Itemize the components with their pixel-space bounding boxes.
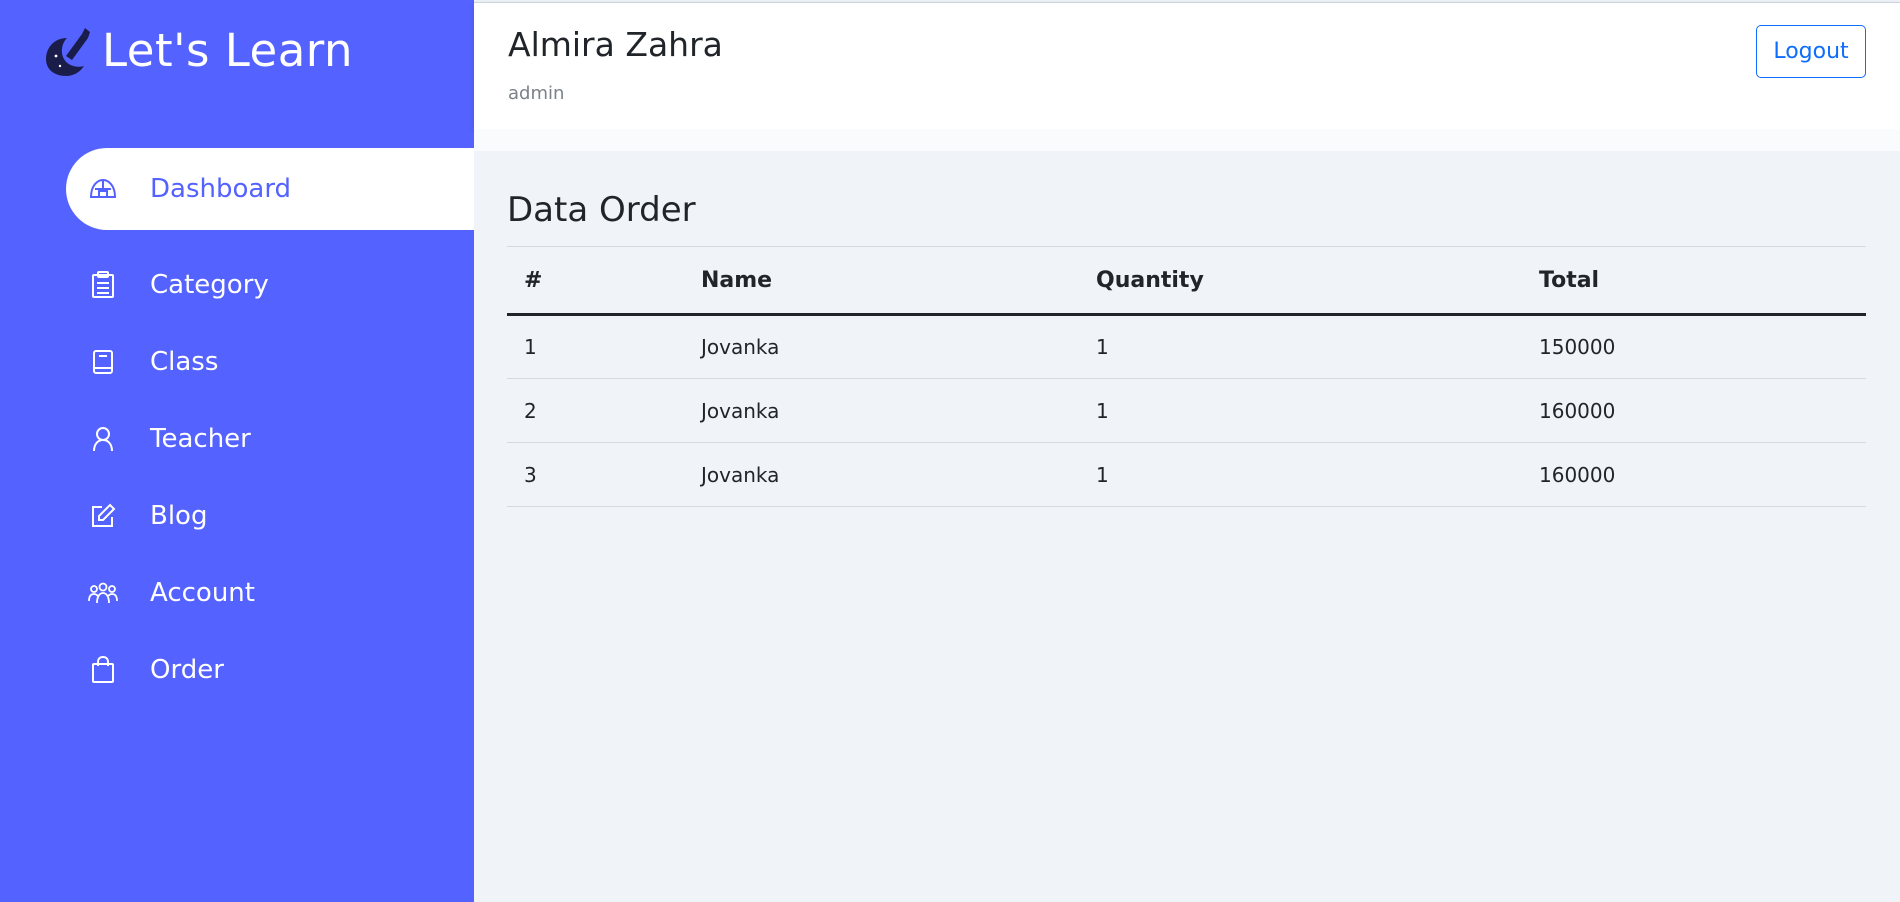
igloo-icon xyxy=(88,174,118,204)
sidebar-item-order[interactable]: Order xyxy=(66,631,474,708)
sidebar-item-label: Category xyxy=(150,269,269,300)
cell-quantity: 1 xyxy=(1079,314,1522,379)
sidebar-item-class[interactable]: Class xyxy=(66,323,474,400)
sidebar-item-label: Class xyxy=(150,346,219,377)
cell-name: Jovanka xyxy=(684,378,1079,443)
column-header-total: Total xyxy=(1522,246,1866,316)
column-header-name: Name xyxy=(684,246,1079,316)
table-row: 1 Jovanka 1 150000 xyxy=(507,314,1866,379)
brand-title: Let's Learn xyxy=(102,24,354,77)
people-group-icon xyxy=(88,578,118,608)
sidebar-item-teacher[interactable]: Teacher xyxy=(66,400,474,477)
order-table: # Name Quantity Total 1 Jovanka 1 150000… xyxy=(507,246,1866,507)
sidebar-item-account[interactable]: Account xyxy=(66,554,474,631)
table-row: 3 Jovanka 1 160000 xyxy=(507,442,1866,507)
user-name: Almira Zahra xyxy=(508,25,723,64)
book-icon xyxy=(88,347,118,377)
topbar: Almira Zahra admin Logout xyxy=(474,2,1900,129)
sidebar-item-blog[interactable]: Blog xyxy=(66,477,474,554)
sidebar-item-label: Account xyxy=(150,577,255,608)
sidebar-item-dashboard[interactable]: Dashboard xyxy=(66,148,474,230)
cell-number: 1 xyxy=(507,314,684,379)
table-row: 2 Jovanka 1 160000 xyxy=(507,378,1866,443)
cell-total: 160000 xyxy=(1522,378,1866,443)
sidebar: Let's Learn Dashboard Category Class Tea… xyxy=(0,0,474,902)
sidebar-item-label: Teacher xyxy=(150,423,251,454)
sidebar-item-label: Dashboard xyxy=(150,174,292,204)
cell-number: 2 xyxy=(507,378,684,443)
cell-number: 3 xyxy=(507,442,684,507)
brand-logo-icon xyxy=(46,27,90,76)
page-title: Data Order xyxy=(507,190,696,230)
cell-total: 160000 xyxy=(1522,442,1866,507)
main-content: Data Order # Name Quantity Total 1 Jovan… xyxy=(507,190,1866,507)
cell-quantity: 1 xyxy=(1079,442,1522,507)
header-divider xyxy=(474,129,1900,151)
logout-button[interactable]: Logout xyxy=(1756,25,1866,78)
column-header-number: # xyxy=(507,246,684,316)
brand[interactable]: Let's Learn xyxy=(44,24,353,77)
table-header-row: # Name Quantity Total xyxy=(507,246,1866,316)
user-role: admin xyxy=(508,83,565,104)
cell-name: Jovanka xyxy=(684,314,1079,379)
sidebar-item-category[interactable]: Category xyxy=(66,246,474,323)
sidebar-nav: Dashboard Category Class Teacher Blog Ac… xyxy=(66,148,474,708)
shopping-bag-icon xyxy=(88,655,118,685)
sidebar-item-label: Blog xyxy=(150,500,208,531)
clipboard-list-icon xyxy=(88,270,118,300)
cell-total: 150000 xyxy=(1522,314,1866,379)
cell-name: Jovanka xyxy=(684,442,1079,507)
cell-quantity: 1 xyxy=(1079,378,1522,443)
sidebar-item-label: Order xyxy=(150,654,224,685)
person-icon xyxy=(88,424,118,454)
column-header-quantity: Quantity xyxy=(1079,246,1522,316)
pencil-square-icon xyxy=(88,501,118,531)
